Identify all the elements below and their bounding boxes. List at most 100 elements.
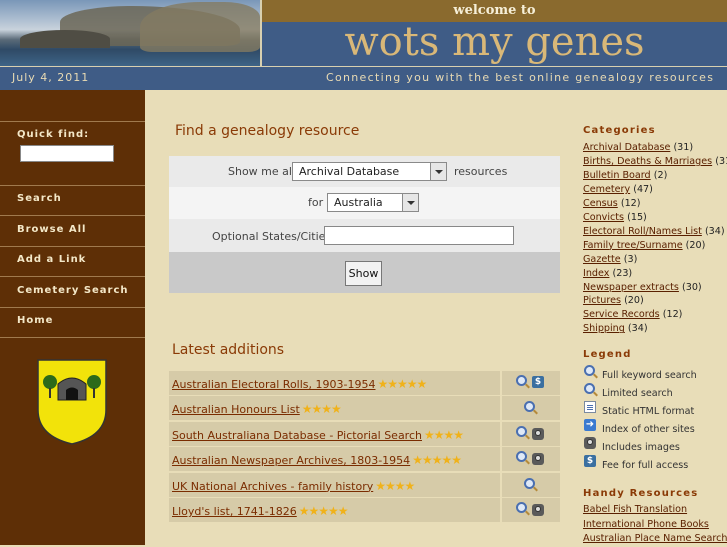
list-item: Australian Honours List ★★★★ [169, 396, 560, 421]
category-item: Convicts (15) [583, 211, 727, 225]
category-count: (20) [685, 239, 706, 251]
magnifier-icon [524, 477, 535, 489]
category-item: Births, Deaths & Marriages (31) [583, 155, 727, 169]
divider [0, 276, 145, 277]
category-item: Shipping (34) [583, 322, 727, 336]
legend-text: Static HTML format [602, 406, 695, 417]
rating-stars: ★★★★ [423, 427, 464, 442]
category-item: Index (23) [583, 267, 727, 281]
category-link[interactable]: Births, Deaths & Marriages [583, 156, 712, 167]
sidebar-item-add-link[interactable]: Add a Link [17, 254, 86, 265]
camera-icon [532, 427, 544, 440]
category-item: Pictures (20) [583, 294, 727, 308]
quick-find-input[interactable] [20, 145, 114, 162]
resource-title[interactable]: Australian Electoral Rolls, 1903-1954 [172, 378, 375, 391]
legend-heading: Legend [583, 349, 632, 360]
magnifier-icon [516, 425, 527, 437]
sidebar-item-browse-all[interactable]: Browse All [17, 224, 86, 235]
crest-shield-icon [37, 359, 107, 445]
latest-additions-heading: Latest additions [172, 342, 285, 358]
divider [0, 246, 145, 247]
resource-link[interactable]: Australian Newspaper Archives, 1803-1954… [172, 453, 462, 468]
form-row-type: Show me all Archival Database resources [169, 156, 560, 187]
site-name[interactable]: wots my genes [262, 20, 727, 64]
current-date: July 4, 2011 [12, 71, 90, 84]
resource-link[interactable]: UK National Archives - family history ★★★… [172, 478, 415, 493]
categories-list: Archival Database (31) Births, Deaths & … [583, 141, 727, 336]
camera-icon [532, 453, 544, 466]
category-count: (31) [715, 155, 727, 167]
handy-resource-link[interactable]: International Phone Books [583, 518, 727, 533]
handy-resource-link[interactable]: Australian Place Name Search [583, 532, 727, 547]
resource-type-select[interactable]: Archival Database [292, 162, 447, 181]
html-page-icon [584, 401, 596, 413]
chevron-down-icon[interactable] [430, 163, 446, 180]
category-item: Cemetery (47) [583, 183, 727, 197]
coastline-photo [0, 0, 262, 66]
list-item: South Australiana Database - Pictorial S… [169, 421, 560, 446]
category-link[interactable]: Pictures [583, 295, 621, 306]
resource-link[interactable]: Lloyd's list, 1741-1826 ★★★★★ [172, 504, 349, 518]
resource-title[interactable]: Lloyd's list, 1741-1826 [172, 505, 297, 518]
rating-stars: ★★★★★ [412, 453, 462, 468]
category-count: (3) [623, 253, 638, 265]
resource-link[interactable]: South Australiana Database - Pictorial S… [172, 427, 464, 442]
form-row-country: for Australia [169, 187, 560, 219]
category-count: (34) [704, 225, 725, 237]
category-count: (30) [681, 281, 702, 293]
camera-icon [584, 437, 596, 449]
category-count: (20) [624, 295, 644, 307]
category-link[interactable]: Gazette [583, 254, 621, 265]
category-link[interactable]: Archival Database [583, 142, 670, 153]
category-link[interactable]: Shipping [583, 323, 625, 334]
camera-icon [532, 503, 544, 516]
category-link[interactable]: Electoral Roll/Names List [583, 226, 702, 237]
sidebar-item-cemetery-search[interactable]: Cemetery Search [17, 285, 129, 296]
show-me-all-label: Show me all [228, 165, 296, 178]
category-item: Archival Database (31) [583, 141, 727, 155]
magnifier-icon [516, 375, 527, 386]
resource-link[interactable]: Australian Honours List ★★★★ [172, 402, 342, 417]
category-count: (12) [662, 309, 683, 321]
optional-states-input[interactable] [324, 226, 514, 245]
legend-text: Includes images [602, 442, 680, 453]
divider [0, 307, 145, 308]
resource-title[interactable]: UK National Archives - family history [172, 480, 373, 493]
category-link[interactable]: Family tree/Surname [583, 240, 683, 251]
country-select[interactable]: Australia [327, 193, 419, 212]
handy-resource-link[interactable]: Babel Fish Translation [583, 503, 727, 518]
arrow-icon: ➜ [584, 419, 596, 431]
tagline: Connecting you with the best online gene… [326, 71, 715, 84]
resource-link[interactable]: Australian Electoral Rolls, 1903-1954 ★★★… [172, 377, 427, 391]
resource-title[interactable]: South Australiana Database - Pictorial S… [172, 429, 422, 442]
resource-title[interactable]: Australian Newspaper Archives, 1803-1954 [172, 454, 410, 467]
category-count: (15) [627, 211, 647, 223]
category-link[interactable]: Census [583, 198, 618, 209]
find-resource-heading: Find a genealogy resource [175, 123, 360, 139]
category-link[interactable]: Index [583, 268, 609, 279]
category-link[interactable]: Cemetery [583, 184, 630, 195]
sidebar-item-search[interactable]: Search [17, 193, 62, 204]
category-link[interactable]: Bulletin Board [583, 170, 651, 181]
magnifier-icon [524, 401, 535, 413]
resource-type-value: Archival Database [299, 165, 400, 178]
rating-stars: ★★★★ [301, 402, 342, 417]
handy-resources-heading: Handy Resources [583, 488, 699, 499]
rating-stars: ★★★★ [375, 478, 415, 493]
sidebar-item-home[interactable]: Home [17, 315, 53, 326]
category-link[interactable]: Convicts [583, 212, 624, 223]
category-item: Newspaper extracts (30) [583, 281, 727, 295]
find-resource-form: Show me all Archival Database resources … [169, 156, 560, 293]
list-item: Australian Newspaper Archives, 1803-1954… [169, 447, 560, 472]
category-count: (34) [627, 323, 648, 335]
category-link[interactable]: Service Records [583, 309, 660, 320]
resource-title[interactable]: Australian Honours List [172, 403, 300, 416]
chevron-down-icon[interactable] [402, 194, 418, 211]
category-count: (12) [620, 197, 641, 209]
handy-resources-list: Babel Fish Translation International Pho… [583, 503, 727, 547]
show-button[interactable]: Show [345, 261, 382, 286]
magnifier-icon [516, 501, 527, 513]
category-count: (47) [633, 183, 653, 195]
category-link[interactable]: Newspaper extracts [583, 282, 679, 293]
divider [0, 185, 145, 186]
